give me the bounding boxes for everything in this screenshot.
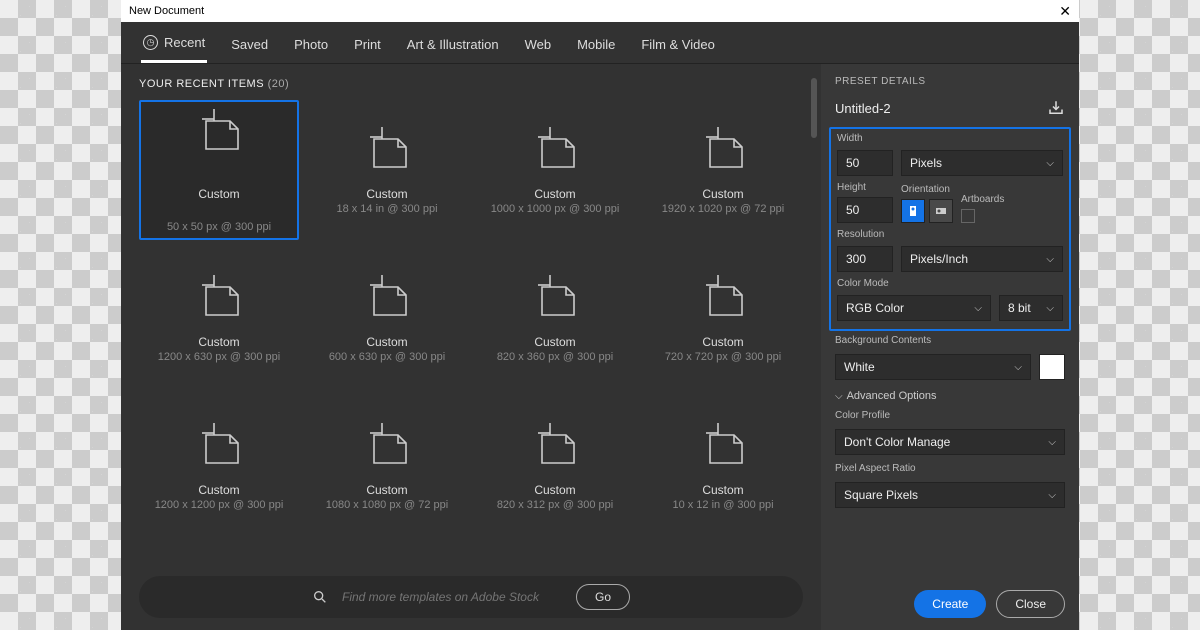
- document-icon: [696, 273, 750, 321]
- card-name: Custom: [702, 483, 743, 497]
- preset-card[interactable]: Custom 1920 x 1020 px @ 72 ppi: [643, 100, 803, 240]
- orientation-portrait[interactable]: [901, 199, 925, 223]
- card-name: Custom: [534, 335, 575, 349]
- highlighted-settings: Width Pixels⌵ Height Orientation: [829, 127, 1071, 331]
- preset-card[interactable]: Custom 1080 x 1080 px @ 72 ppi: [307, 396, 467, 536]
- width-unit-select[interactable]: Pixels⌵: [901, 150, 1063, 176]
- card-dimensions: 600 x 630 px @ 300 ppi: [329, 351, 445, 363]
- recent-heading: YOUR RECENT ITEMS (20): [139, 78, 803, 90]
- card-name: Custom: [366, 335, 407, 349]
- resolution-input[interactable]: [837, 246, 893, 272]
- pixel-aspect-select[interactable]: Square Pixels⌵: [835, 482, 1065, 508]
- card-dimensions: 1920 x 1020 px @ 72 ppi: [662, 203, 784, 215]
- advanced-toggle[interactable]: ⌵Advanced Options: [835, 390, 1065, 402]
- card-name: Custom: [366, 483, 407, 497]
- save-preset-icon[interactable]: [1047, 99, 1065, 117]
- window-title: New Document: [129, 5, 204, 17]
- card-dimensions: 1200 x 1200 px @ 300 ppi: [155, 499, 284, 511]
- document-icon: [528, 421, 582, 469]
- card-name: Custom: [198, 483, 239, 497]
- card-dimensions: 10 x 12 in @ 300 ppi: [672, 499, 773, 511]
- width-input[interactable]: [837, 150, 893, 176]
- color-mode-select[interactable]: RGB Color⌵: [837, 295, 991, 321]
- card-dimensions: 820 x 360 px @ 300 ppi: [497, 351, 613, 363]
- preset-card[interactable]: Custom 1200 x 1200 px @ 300 ppi: [139, 396, 299, 536]
- category-tabs: ◷ Recent Saved Photo Print Art & Illustr…: [121, 22, 1079, 64]
- background-swatch[interactable]: [1039, 354, 1065, 380]
- create-button[interactable]: Create: [914, 590, 986, 618]
- preset-card[interactable]: Custom 50 x 50 px @ 300 ppi: [139, 100, 299, 240]
- card-name: Custom: [702, 335, 743, 349]
- card-name: Custom: [534, 483, 575, 497]
- document-name[interactable]: Untitled-2: [835, 101, 891, 116]
- document-icon: [192, 107, 246, 155]
- card-dimensions: 1200 x 630 px @ 300 ppi: [158, 351, 280, 363]
- preset-card[interactable]: Custom 600 x 630 px @ 300 ppi: [307, 248, 467, 388]
- bit-depth-select[interactable]: 8 bit⌵: [999, 295, 1063, 321]
- color-profile-select[interactable]: Don't Color Manage⌵: [835, 429, 1065, 455]
- background-select[interactable]: White⌵: [835, 354, 1031, 380]
- document-icon: [528, 125, 582, 173]
- document-icon: [192, 273, 246, 321]
- card-dimensions: 1080 x 1080 px @ 72 ppi: [326, 499, 448, 511]
- go-button[interactable]: Go: [576, 584, 630, 610]
- close-button[interactable]: Close: [996, 590, 1065, 618]
- stock-search: Go: [139, 576, 803, 618]
- artboards-checkbox[interactable]: [961, 209, 975, 223]
- preset-details-panel: PRESET DETAILS Untitled-2 Width Pixels⌵ …: [821, 64, 1079, 630]
- tab-film[interactable]: Film & Video: [639, 22, 716, 63]
- titlebar: New Document ✕: [121, 0, 1079, 22]
- preset-card[interactable]: Custom 720 x 720 px @ 300 ppi: [643, 248, 803, 388]
- card-dimensions: 50 x 50 px @ 300 ppi: [167, 221, 271, 233]
- card-dimensions: 18 x 14 in @ 300 ppi: [336, 203, 437, 215]
- document-icon: [192, 421, 246, 469]
- search-input[interactable]: [342, 590, 562, 604]
- document-icon: [360, 421, 414, 469]
- preset-card[interactable]: Custom 1000 x 1000 px @ 300 ppi: [475, 100, 635, 240]
- card-name: Custom: [366, 187, 407, 201]
- card-dimensions: 720 x 720 px @ 300 ppi: [665, 351, 781, 363]
- card-dimensions: 1000 x 1000 px @ 300 ppi: [491, 203, 620, 215]
- preset-card[interactable]: Custom 10 x 12 in @ 300 ppi: [643, 396, 803, 536]
- document-icon: [696, 421, 750, 469]
- clock-icon: ◷: [143, 35, 158, 50]
- preset-details-heading: PRESET DETAILS: [835, 76, 1065, 87]
- document-icon: [360, 273, 414, 321]
- preset-card[interactable]: Custom 1200 x 630 px @ 300 ppi: [139, 248, 299, 388]
- card-name: Custom: [702, 187, 743, 201]
- card-dimensions: 820 x 312 px @ 300 ppi: [497, 499, 613, 511]
- tab-print[interactable]: Print: [352, 22, 383, 63]
- tab-photo[interactable]: Photo: [292, 22, 330, 63]
- document-icon: [696, 125, 750, 173]
- preset-card[interactable]: Custom 820 x 312 px @ 300 ppi: [475, 396, 635, 536]
- tab-saved[interactable]: Saved: [229, 22, 270, 63]
- tab-art[interactable]: Art & Illustration: [405, 22, 501, 63]
- search-icon: [312, 589, 328, 605]
- tab-recent[interactable]: ◷ Recent: [141, 22, 207, 63]
- preset-card[interactable]: Custom 820 x 360 px @ 300 ppi: [475, 248, 635, 388]
- scrollbar[interactable]: [811, 78, 817, 138]
- height-input[interactable]: [837, 197, 893, 223]
- preset-card[interactable]: Custom 18 x 14 in @ 300 ppi: [307, 100, 467, 240]
- card-name: Custom: [198, 187, 239, 201]
- tab-web[interactable]: Web: [523, 22, 554, 63]
- orientation-landscape[interactable]: [929, 199, 953, 223]
- card-name: Custom: [534, 187, 575, 201]
- document-icon: [528, 273, 582, 321]
- tab-mobile[interactable]: Mobile: [575, 22, 617, 63]
- chevron-down-icon: ⌵: [835, 391, 843, 402]
- resolution-unit-select[interactable]: Pixels/Inch⌵: [901, 246, 1063, 272]
- card-name: Custom: [198, 335, 239, 349]
- close-icon[interactable]: ✕: [1059, 3, 1071, 20]
- document-icon: [360, 125, 414, 173]
- preset-grid: Custom 50 x 50 px @ 300 ppi Custom 18 x 14 …: [139, 100, 803, 536]
